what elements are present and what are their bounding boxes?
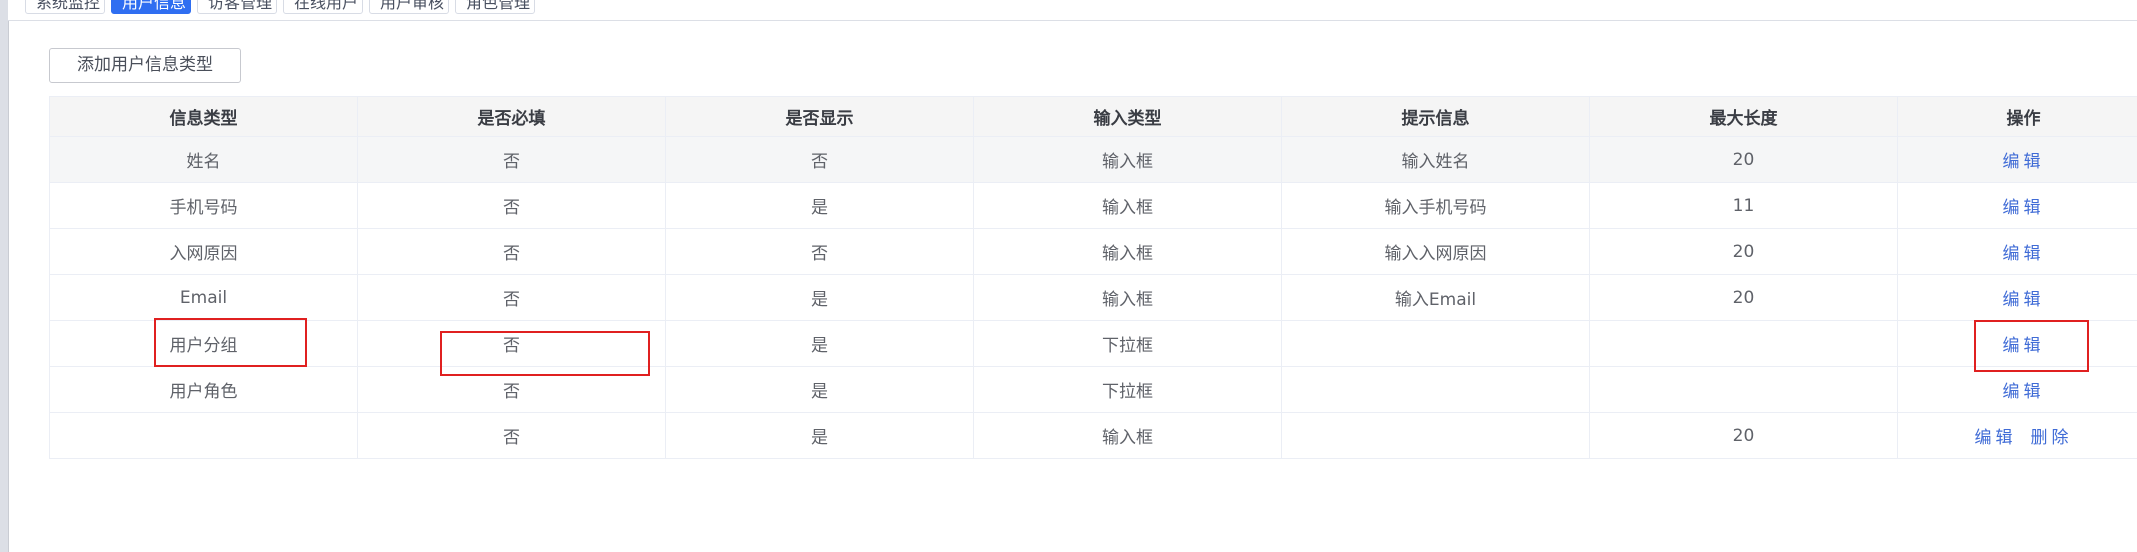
tab-label: 角色管理: [466, 0, 531, 12]
cell-required: 否: [357, 412, 666, 459]
cell-shown: 是: [665, 366, 974, 413]
table-row: 否 是 输入框 20 编辑 删除: [49, 412, 2137, 459]
cell-required: 否: [357, 136, 666, 183]
cell-input-type: 下拉框: [973, 366, 1282, 413]
cell-info-type: 入网原因: [49, 228, 358, 275]
tab-label: 访客管理: [208, 0, 273, 12]
cell-info-type: 用户分组: [49, 320, 358, 367]
tab-user-info[interactable]: 用户信息×: [111, 0, 191, 14]
table-header-row: 信息类型 是否必填 是否显示 输入类型 提示信息 最大长度 操作: [49, 96, 2137, 137]
cell-hint: [1281, 320, 1590, 367]
cell-input-type: 输入框: [973, 228, 1282, 275]
edit-link[interactable]: 编辑: [2003, 198, 2045, 218]
edit-link[interactable]: 编辑: [2003, 152, 2045, 172]
table-row: 用户角色 否 是 下拉框 编辑: [49, 366, 2137, 413]
column-header-info-type: 信息类型: [49, 96, 358, 137]
cell-hint: 输入入网原因: [1281, 228, 1590, 275]
cell-input-type: 下拉框: [973, 320, 1282, 367]
cell-max-length: 20: [1589, 274, 1898, 321]
cell-shown: 是: [665, 182, 974, 229]
edit-link[interactable]: 编辑: [2003, 244, 2045, 264]
cell-shown: 否: [665, 228, 974, 275]
cell-info-type: 手机号码: [49, 182, 358, 229]
cell-hint: 输入手机号码: [1281, 182, 1590, 229]
table-row: Email 否 是 输入框 输入Email 20 编辑: [49, 274, 2137, 321]
tab-role-management[interactable]: 角色管理×: [455, 0, 535, 14]
edit-link[interactable]: 编辑: [2003, 336, 2045, 356]
tab-system-monitor[interactable]: 系统监控×: [25, 0, 105, 14]
cell-max-length: [1589, 366, 1898, 413]
cell-actions: 编辑: [1897, 274, 2137, 321]
cell-max-length: [1589, 320, 1898, 367]
cell-input-type: 输入框: [973, 274, 1282, 321]
cell-actions: 编辑 删除: [1897, 412, 2137, 459]
cell-info-type: Email: [49, 274, 358, 321]
tab-label: 系统监控: [36, 0, 101, 12]
cell-actions: 编辑: [1897, 320, 2137, 367]
cell-input-type: 输入框: [973, 136, 1282, 183]
cell-max-length: 20: [1589, 136, 1898, 183]
table-row: 手机号码 否 是 输入框 输入手机号码 11 编辑: [49, 182, 2137, 229]
tab-user-review[interactable]: 用户审核×: [369, 0, 449, 14]
edit-link[interactable]: 编辑: [1975, 428, 2017, 448]
cell-hint: 输入Email: [1281, 274, 1590, 321]
cell-actions: 编辑: [1897, 136, 2137, 183]
cell-max-length: 20: [1589, 228, 1898, 275]
cell-required: 否: [357, 228, 666, 275]
column-header-input-type: 输入类型: [973, 96, 1282, 137]
cell-info-type: [49, 412, 358, 459]
column-header-required: 是否必填: [357, 96, 666, 137]
tags-view-bar: 系统监控× 用户信息× 访客管理× 在线用户× 用户审核× 角色管理×: [8, 0, 2137, 21]
add-user-info-type-button[interactable]: 添加用户信息类型: [49, 48, 241, 83]
cell-required: 否: [357, 274, 666, 321]
cell-info-type: 姓名: [49, 136, 358, 183]
cell-hint: [1281, 366, 1590, 413]
sidebar-edge: [0, 0, 9, 552]
table-row: 入网原因 否 否 输入框 输入入网原因 20 编辑: [49, 228, 2137, 275]
cell-input-type: 输入框: [973, 412, 1282, 459]
cell-required: 否: [357, 182, 666, 229]
tab-visitor-management[interactable]: 访客管理×: [197, 0, 277, 14]
tab-label: 用户审核: [380, 0, 445, 12]
cell-shown: 否: [665, 136, 974, 183]
cell-max-length: 11: [1589, 182, 1898, 229]
column-header-hint: 提示信息: [1281, 96, 1590, 137]
edit-link[interactable]: 编辑: [2003, 382, 2045, 402]
edit-link[interactable]: 编辑: [2003, 290, 2045, 310]
cell-info-type: 用户角色: [49, 366, 358, 413]
cell-max-length: 20: [1589, 412, 1898, 459]
cell-hint: 输入姓名: [1281, 136, 1590, 183]
cell-shown: 是: [665, 412, 974, 459]
cell-shown: 是: [665, 274, 974, 321]
tab-label: 在线用户: [294, 0, 359, 12]
user-info-type-table: 信息类型 是否必填 是否显示 输入类型 提示信息 最大长度 操作 姓名 否 否 …: [49, 96, 2137, 459]
table-row: 姓名 否 否 输入框 输入姓名 20 编辑: [49, 136, 2137, 183]
table-row: 用户分组 否 是 下拉框 编辑: [49, 320, 2137, 367]
cell-actions: 编辑: [1897, 228, 2137, 275]
cell-required: 否: [357, 366, 666, 413]
tab-online-users[interactable]: 在线用户×: [283, 0, 363, 14]
cell-actions: 编辑: [1897, 182, 2137, 229]
column-header-max-length: 最大长度: [1589, 96, 1898, 137]
tab-label: 用户信息: [122, 0, 187, 12]
cell-actions: 编辑: [1897, 366, 2137, 413]
cell-shown: 是: [665, 320, 974, 367]
cell-hint: [1281, 412, 1590, 459]
column-header-shown: 是否显示: [665, 96, 974, 137]
cell-input-type: 输入框: [973, 182, 1282, 229]
column-header-actions: 操作: [1897, 96, 2137, 137]
delete-link[interactable]: 删除: [2031, 428, 2073, 448]
cell-required: 否: [357, 320, 666, 367]
